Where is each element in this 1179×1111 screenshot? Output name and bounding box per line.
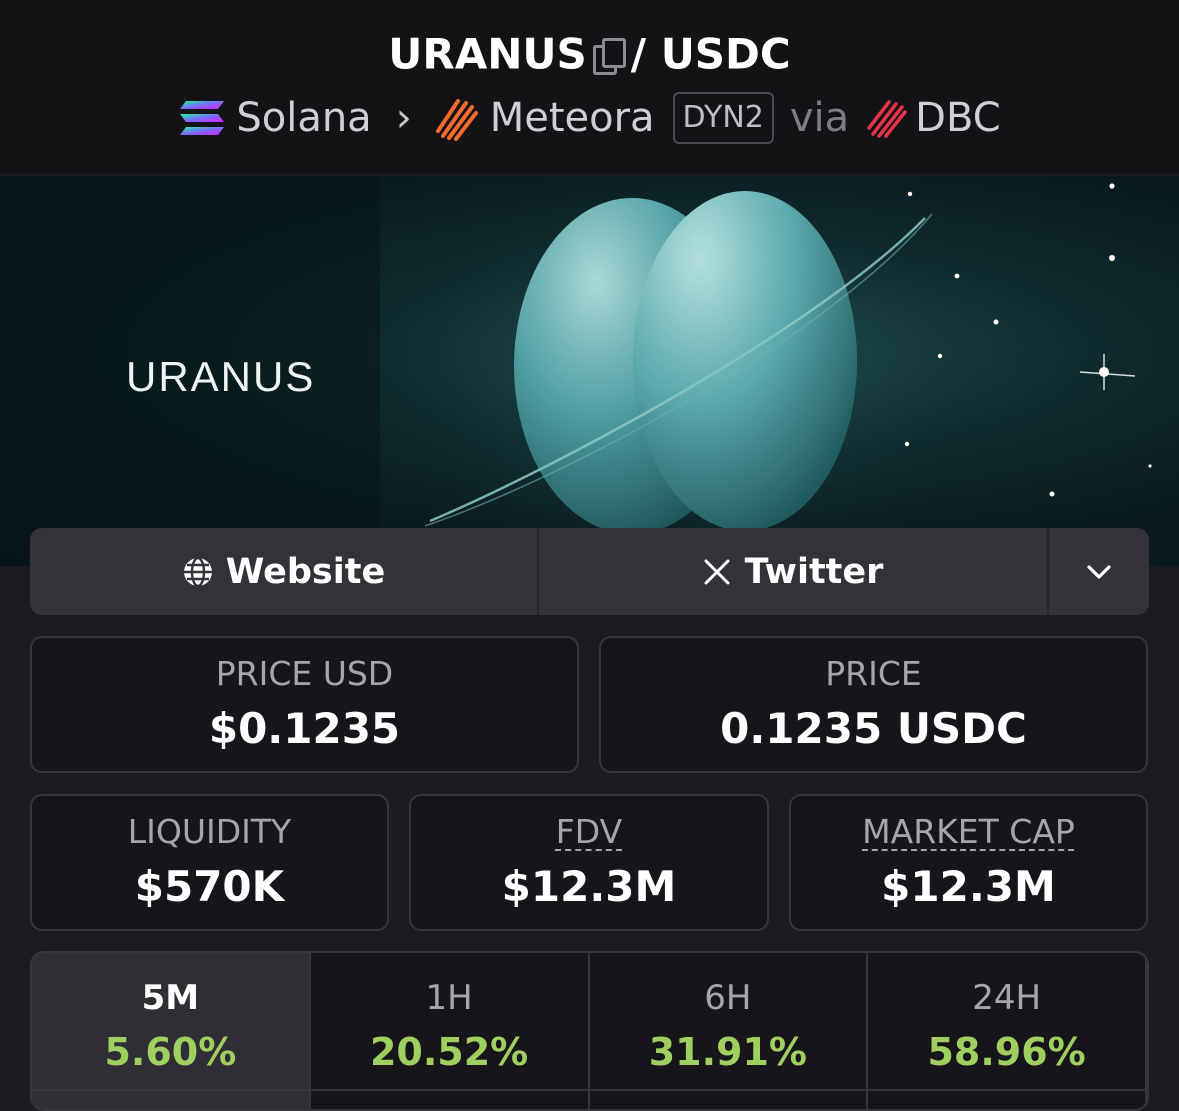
fdv-label[interactable]: FDV xyxy=(556,812,622,851)
price-usd-label: PRICE USD xyxy=(215,654,394,693)
tab-1h[interactable]: 1H 20.52% xyxy=(311,953,590,1109)
launchpad-name[interactable]: DBC xyxy=(915,90,1000,146)
tab-5m-label: 5M xyxy=(141,978,200,1018)
price-quote-value: 0.1235 USDC xyxy=(720,704,1027,753)
dex-version-badge: DYN2 xyxy=(672,92,774,144)
pair-separator: / xyxy=(630,29,647,79)
price-usd-value: $0.1235 xyxy=(208,704,401,753)
base-token-symbol: URANUS xyxy=(388,29,587,79)
tab-6h-label: 6H xyxy=(704,978,752,1018)
fdv-card[interactable]: FDV $12.3M xyxy=(409,794,769,931)
tab-5m[interactable]: 5M 5.60% xyxy=(32,953,311,1109)
globe-icon xyxy=(183,556,212,587)
x-logo-icon xyxy=(704,559,730,584)
tab-divider xyxy=(32,1089,1147,1109)
market-cap-label[interactable]: MARKET CAP xyxy=(862,812,1075,851)
tab-6h-change: 31.91% xyxy=(648,1030,808,1074)
timeframe-tabs: 5M 5.60% 1H 20.52% 6H 31.91% 24H 58.96% xyxy=(30,951,1149,1111)
liquidity-value: $570K xyxy=(134,862,285,911)
copy-icon[interactable] xyxy=(591,35,626,75)
website-button[interactable]: Website xyxy=(30,528,539,615)
tab-6h[interactable]: 6H 31.91% xyxy=(590,953,869,1109)
liquidity-label: LIQUIDITY xyxy=(127,812,292,851)
via-label: via xyxy=(789,95,850,141)
chevron-down-icon xyxy=(1087,564,1111,579)
pair-title: URANUS / USDC xyxy=(0,26,1179,81)
fdv-value: $12.3M xyxy=(501,862,677,911)
chain-breadcrumb: Solana › Meteora DYN2 via DBC xyxy=(0,90,1179,146)
market-cap-value: $12.3M xyxy=(881,862,1056,911)
twitter-label: Twitter xyxy=(744,551,884,592)
price-quote-label: PRICE xyxy=(825,654,922,693)
meteora-icon xyxy=(435,99,478,141)
website-label: Website xyxy=(225,551,386,592)
price-usd-card: PRICE USD $0.1235 xyxy=(30,636,579,773)
tab-1h-label: 1H xyxy=(425,978,473,1018)
banner-token-name: URANUS xyxy=(126,353,316,400)
chain-name[interactable]: Solana xyxy=(236,90,371,146)
tab-24h[interactable]: 24H 58.96% xyxy=(868,953,1147,1109)
social-links-bar: Website Twitter xyxy=(30,528,1149,615)
solana-icon xyxy=(180,101,225,135)
liquidity-card: LIQUIDITY $570K xyxy=(30,794,389,931)
tab-24h-change: 58.96% xyxy=(927,1030,1086,1074)
quote-token-symbol: USDC xyxy=(660,29,791,79)
tab-1h-change: 20.52% xyxy=(369,1030,529,1074)
dbc-icon xyxy=(867,100,907,138)
dex-name[interactable]: Meteora xyxy=(490,90,655,146)
more-links-button[interactable] xyxy=(1049,528,1149,615)
price-quote-card: PRICE 0.1235 USDC xyxy=(599,636,1148,773)
tab-24h-label: 24H xyxy=(972,978,1042,1018)
twitter-button[interactable]: Twitter xyxy=(539,528,1049,615)
pair-header: URANUS / USDC Solana › Meteora DYN2 via xyxy=(0,0,1179,174)
chevron-right-icon: › xyxy=(395,95,412,141)
token-banner: URANUS xyxy=(0,176,1179,566)
market-cap-card[interactable]: MARKET CAP $12.3M xyxy=(789,794,1148,931)
tab-5m-change: 5.60% xyxy=(104,1030,237,1074)
